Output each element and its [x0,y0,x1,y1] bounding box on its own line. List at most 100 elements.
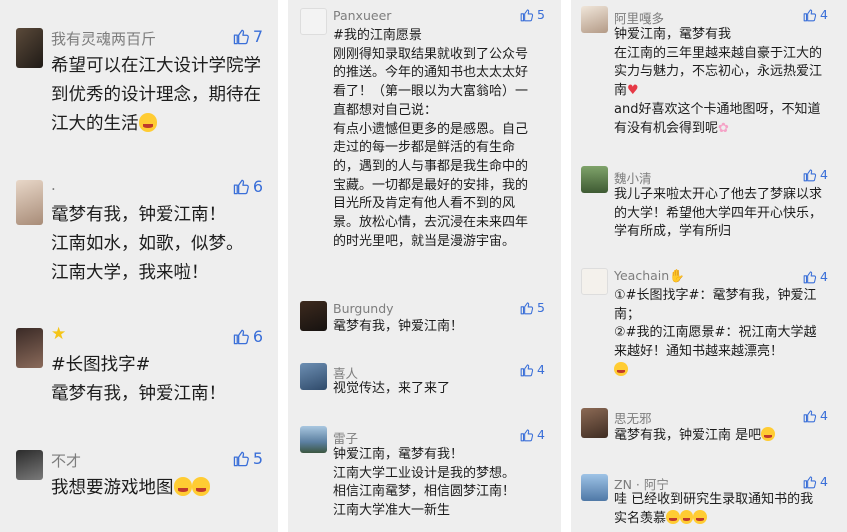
thumbs-up-icon [803,270,817,283]
comment-item: 喜人 4 视觉传达，来了来了 [288,357,561,412]
like-button[interactable]: 4 [520,362,545,377]
badge-icon: ✋ [669,268,685,283]
comment-username[interactable]: 思无邪 [614,408,652,427]
like-button[interactable]: 4 [803,269,828,284]
comment-username[interactable]: 不才 [51,450,81,471]
comment-item: 雷子 4 钟爱江南，鼋梦有我！ 江南大学工业设计是我的梦想。 相信江南鼋梦，相信… [288,420,561,532]
comment-text: 钟爱江南，鼋梦有我 在江南的三年里越来越自豪于江大的实力与魅力，不忘初心，永远热… [614,27,823,136]
thumbs-up-icon [520,428,534,441]
like-count: 6 [252,177,263,196]
user-avatar[interactable] [300,8,327,35]
comment-text: 视觉传达，来了来了 [333,381,451,396]
comment-item: ★ 6 #长图找字# 鼋梦有我，钟爱江南！ [0,318,278,418]
like-button[interactable]: 6 [233,177,263,196]
like-button[interactable]: 4 [803,167,828,182]
comment-text: 我想要游戏地图 [51,474,269,503]
thumbs-up-icon [520,301,534,314]
comment-username[interactable]: Burgundy [333,301,394,316]
thumbs-up-icon [803,475,817,488]
comment-username[interactable]: 魏小清 [614,168,652,187]
user-avatar[interactable] [16,28,43,68]
like-count: 4 [537,362,545,377]
comment-item: 我有灵魂两百斤 7 希望可以在江大设计学院学到优秀的设计理念，期待在江大的生活 [0,18,278,158]
comment-text: ①#长图找字#：鼋梦有我，钟爱江南； ②#我的江南愿景#：祝江南大学越来越好！通… [614,287,826,381]
like-count: 5 [537,300,545,315]
like-button[interactable]: 5 [233,449,263,468]
user-avatar[interactable] [300,301,327,331]
thumbs-up-icon [803,409,817,422]
like-button[interactable]: 4 [803,408,828,423]
comment-item: . 6 鼋梦有我，钟爱江南！ 江南如水，如歌，似梦。 江南大学，我来啦！ [0,168,278,308]
like-count: 4 [820,408,828,423]
comment-item: 不才 5 我想要游戏地图 [0,440,278,520]
like-button[interactable]: 5 [520,7,545,22]
like-count: 4 [820,167,828,182]
comment-item: 思无邪 4 鼋梦有我，钟爱江南 是吧 [571,402,847,457]
star-eyes-emoji-icon [173,477,192,496]
comment-username[interactable]: Panxueer [333,8,391,23]
like-button[interactable]: 6 [233,327,263,346]
comment-column-right: 阿里嘎多 4 钟爱江南，鼋梦有我 在江南的三年里越来越自豪于江大的实力与魅力，不… [571,0,847,532]
like-count: 4 [820,474,828,489]
cry-emoji-icon [666,510,680,524]
like-count: 6 [252,327,263,346]
like-count: 5 [252,449,263,468]
comment-username[interactable]: . [51,176,56,194]
cry-emoji-icon [693,510,707,524]
thumbs-up-icon [233,451,249,467]
comment-text: 鼋梦有我，钟爱江南！ 江南如水，如歌，似梦。 江南大学，我来啦！ [51,205,244,283]
thumbs-up-icon [520,363,534,376]
thumbs-up-icon [803,168,817,181]
like-button[interactable]: 4 [520,427,545,442]
user-avatar[interactable] [581,6,608,33]
user-avatar[interactable] [581,166,608,193]
thumbs-up-icon [803,8,817,21]
comment-text: 钟爱江南，鼋梦有我！ 江南大学工业设计是我的梦想。 相信江南鼋梦，相信圆梦江南！… [333,447,516,519]
like-button[interactable]: 4 [803,474,828,489]
comment-column-left: 我有灵魂两百斤 7 希望可以在江大设计学院学到优秀的设计理念，期待在江大的生活 … [0,0,278,532]
like-count: 4 [820,7,828,22]
comment-item: ZN · 阿宁 4 哇 已经收到研究生录取通知书的我实名羡慕 [571,468,847,532]
heart-emoji-icon: ♥ [627,83,639,99]
like-button[interactable]: 7 [233,27,263,46]
thumbs-up-icon [233,179,249,195]
comment-item: Burgundy 5 鼋梦有我，钟爱江南！ [288,295,561,350]
comment-item: 魏小清 4 我儿子来啦太开心了他去了梦寐以求的大学！希望他大学四年开心快乐，学有… [571,160,847,250]
user-avatar[interactable] [16,450,43,480]
comment-username[interactable]: 我有灵魂两百斤 [51,28,156,49]
like-button[interactable]: 4 [803,7,828,22]
like-count: 5 [537,7,545,22]
comment-text: 哇 已经收到研究生录取通知书的我实名羡慕 [614,492,814,526]
comment-text: 我儿子来啦太开心了他去了梦寐以求的大学！希望他大学四年开心快乐，学有所成，学有所… [614,187,823,240]
comment-item: Yeachain✋ 4 ①#长图找字#：鼋梦有我，钟爱江南； ②#我的江南愿景#… [571,262,847,392]
comment-username[interactable]: Yeachain✋ [614,268,685,284]
user-avatar[interactable] [300,363,327,390]
comment-username[interactable]: 雷子 [333,428,358,447]
comment-text: 鼋梦有我，钟爱江南 是吧 [614,427,826,446]
comment-username[interactable]: 阿里嘎多 [614,8,664,27]
user-avatar[interactable] [581,474,608,501]
cry-emoji-icon [679,510,694,524]
user-avatar[interactable] [300,426,327,453]
flower-emoji-icon: ✿ [718,120,729,136]
comment-text: 鼋梦有我，钟爱江南！ [333,319,464,334]
wink-emoji-icon [761,427,775,441]
like-count: 4 [820,269,828,284]
comment-text: 希望可以在江大设计学院学到优秀的设计理念，期待在江大的生活 [51,56,261,134]
user-avatar[interactable] [16,328,43,368]
user-avatar[interactable] [581,408,608,438]
user-avatar[interactable] [581,268,608,295]
like-button[interactable]: 5 [520,300,545,315]
thumbs-up-icon [233,29,249,45]
smile-emoji-icon [138,113,157,132]
thumbs-up-icon [520,8,534,21]
comment-text: #我的江南愿景 刚刚得知录取结果就收到了公众号的推送。今年的通知书也太太太好看了… [333,28,529,249]
user-avatar[interactable] [16,180,43,225]
comment-item: Panxueer 5 #我的江南愿景 刚刚得知录取结果就收到了公众号的推送。今年… [288,0,561,290]
star-eyes-emoji-icon [191,477,211,496]
grin-emoji-icon [614,362,628,376]
comment-item: 阿里嘎多 4 钟爱江南，鼋梦有我 在江南的三年里越来越自豪于江大的实力与魅力，不… [571,0,847,150]
comment-column-middle: Panxueer 5 #我的江南愿景 刚刚得知录取结果就收到了公众号的推送。今年… [288,0,561,532]
like-count: 4 [537,427,545,442]
thumbs-up-icon [233,329,249,345]
